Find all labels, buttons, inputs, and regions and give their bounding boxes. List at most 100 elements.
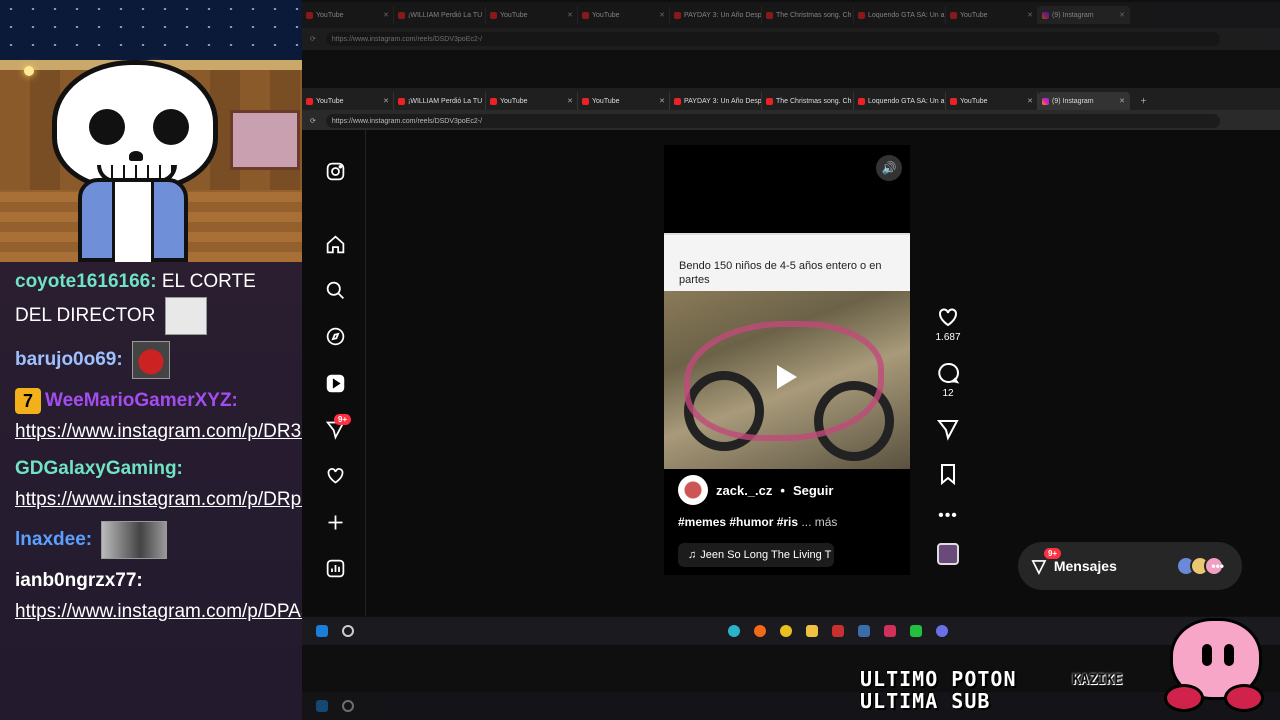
instagram-logo-icon[interactable] — [324, 160, 346, 182]
youtube-icon — [674, 97, 681, 105]
tab-instagram[interactable]: (9) Instagram ✕ — [1038, 92, 1130, 110]
explore-icon[interactable] — [324, 325, 346, 347]
youtube-icon — [398, 97, 405, 105]
new-tab-icon[interactable]: ＋ — [1140, 96, 1147, 106]
tab[interactable]: (9) Instagram ✕ — [1038, 6, 1130, 24]
comment-count: 12 — [942, 388, 954, 399]
like-count: 1.687 — [935, 332, 961, 343]
app-icon[interactable] — [910, 625, 922, 637]
tab[interactable]: YouTube ✕ — [486, 92, 578, 110]
tab[interactable]: YouTube ✕ — [302, 92, 394, 110]
search-icon[interactable] — [342, 625, 354, 637]
tab[interactable]: YouTube ✕ — [578, 92, 670, 110]
app-icon[interactable] — [936, 625, 948, 637]
tab[interactable]: Loquendo GTA SA: Un a✕ — [854, 92, 946, 110]
follow-button[interactable]: Seguir — [793, 483, 833, 498]
tab[interactable]: Loquendo GTA SA: Un a✕ — [854, 6, 946, 24]
chat-username: lnaxdee: — [15, 529, 93, 551]
youtube-icon — [490, 11, 497, 19]
chat-message: GDGalaxyGaming: https://www.instagram.co… — [15, 453, 302, 515]
dashboard-icon[interactable] — [324, 557, 346, 579]
gray-emote — [101, 521, 168, 559]
tab[interactable]: PAYDAY 3: Un Año Desp✕ — [670, 92, 762, 110]
notification-badge: 9+ — [334, 414, 352, 425]
tab[interactable]: The Christmas song. Ch✕ — [762, 6, 854, 24]
close-icon: ✕ — [383, 98, 389, 105]
close-icon: ✕ — [567, 98, 573, 105]
more-options-icon[interactable]: ••• — [932, 507, 964, 525]
skull-avatar — [52, 60, 218, 190]
chat-username: barujo0o69: — [15, 349, 123, 371]
search-icon[interactable] — [324, 279, 346, 301]
close-icon: ✕ — [1119, 98, 1125, 105]
more-link[interactable]: ... más — [801, 515, 837, 529]
ghost-address-field[interactable]: https://www.instagram.com/reels/DSDV3poE… — [325, 32, 1220, 46]
kirby-mascot — [1160, 618, 1270, 718]
ghost-tabbar: YouTube✕ ¡WILLIAM Perdió La TU✕ YouTube✕… — [302, 2, 1280, 28]
tab[interactable]: YouTube ✕ — [946, 6, 1038, 24]
play-icon[interactable] — [777, 365, 797, 389]
save-button[interactable] — [932, 462, 964, 489]
reel-caption: Bendo 150 niños de 4-5 años entero o en … — [664, 233, 910, 291]
reels-icon[interactable] — [324, 372, 346, 394]
tab[interactable]: The Christmas song. Ch✕ — [762, 92, 854, 110]
youtube-icon — [858, 97, 865, 105]
youtube-icon — [766, 11, 773, 19]
avatar[interactable] — [678, 475, 708, 505]
chat-message: barujo0o69: — [15, 341, 288, 379]
firefox-icon[interactable] — [754, 625, 766, 637]
app-icon[interactable] — [884, 625, 896, 637]
reload-icon[interactable]: ⟳ — [310, 35, 316, 43]
windows-start-icon[interactable] — [316, 700, 328, 712]
more-icon[interactable]: ••• — [1211, 559, 1224, 573]
app-icon[interactable] — [832, 625, 844, 637]
audio-thumbnail[interactable] — [932, 543, 964, 565]
reload-icon[interactable]: ⟳ — [310, 117, 316, 125]
home-icon[interactable] — [324, 233, 346, 255]
comment-button[interactable]: 12 — [932, 361, 964, 399]
edge-icon[interactable] — [728, 625, 740, 637]
author-name[interactable]: zack._.cz — [716, 483, 772, 498]
reel-player[interactable]: 🔊 Bendo 150 niños de 4-5 años entero o e… — [664, 145, 910, 575]
tab[interactable]: YouTube ✕ — [302, 6, 394, 24]
search-icon[interactable] — [342, 700, 354, 712]
comment-icon — [938, 362, 960, 384]
youtube-icon — [950, 11, 957, 19]
reel-audio[interactable]: ♫ Jeen So Long The Living T — [678, 543, 834, 567]
tab[interactable]: YouTube ✕ — [486, 6, 578, 24]
stream-chat: coyote1616166: EL CORTE DEL DIRECTOR bar… — [0, 262, 302, 720]
chat-link[interactable]: https://www.instagram.com/p/DR3N6fRjjPe/ — [15, 421, 302, 442]
hashtags-text[interactable]: #memes #humor #ris — [678, 515, 798, 529]
create-icon[interactable] — [324, 511, 346, 533]
browser-urlbar: ⟳ https://www.instagram.com/reels/DSDV3p… — [302, 110, 1280, 132]
reel-author[interactable]: zack._.cz • Seguir — [678, 475, 833, 505]
tab[interactable]: YouTube ✕ — [578, 6, 670, 24]
tab[interactable]: YouTube ✕ — [946, 92, 1038, 110]
steam-icon[interactable] — [858, 625, 870, 637]
chat-message: ianb0ngrzx77: https://www.instagram.com/… — [15, 565, 302, 627]
address-field[interactable]: https://www.instagram.com/reels/DSDV3poE… — [325, 114, 1220, 128]
ghost-urlbar: ⟳ https://www.instagram.com/reels/DSDV3p… — [302, 28, 1280, 50]
heart-icon[interactable] — [324, 464, 346, 486]
tab[interactable]: ¡WILLIAM Perdió La TU✕ — [394, 92, 486, 110]
tab[interactable]: PAYDAY 3: Un Año Desp✕ — [670, 6, 762, 24]
reel-hashtags[interactable]: #memes #humor #ris ... más — [678, 515, 837, 529]
overlay-line1: ULTIMO POTON — [860, 667, 1017, 691]
windows-start-icon[interactable] — [316, 625, 328, 637]
chrome-icon[interactable] — [780, 625, 792, 637]
chat-link[interactable]: https://www.instagram.com/p/DRpD_INCcb0/ — [15, 489, 302, 510]
youtube-icon — [766, 97, 773, 105]
chat-link[interactable]: https://www.instagram.com/p/DPASqOAkSBe/ — [15, 601, 302, 622]
tab[interactable]: ¡WILLIAM Perdió La TU✕ — [394, 6, 486, 24]
instagram-page: 9+ 🔊 Bendo 150 niños de 4-5 años entero … — [302, 130, 1280, 616]
folder-icon[interactable] — [806, 625, 818, 637]
stream-overlay-text: ULTIMO POTON ULTIMA SUB — [860, 668, 1017, 712]
volume-icon[interactable]: 🔊 — [876, 155, 902, 181]
send-icon: ▽ — [1032, 555, 1046, 576]
reel-video[interactable] — [664, 291, 910, 469]
like-button[interactable]: 1.687 — [932, 305, 964, 343]
close-icon: ✕ — [1027, 98, 1033, 105]
chat-message: coyote1616166: EL CORTE DEL DIRECTOR — [15, 266, 288, 335]
messages-button[interactable]: ▽ 9+ Mensajes ••• — [1018, 542, 1242, 590]
share-button[interactable] — [932, 417, 964, 444]
